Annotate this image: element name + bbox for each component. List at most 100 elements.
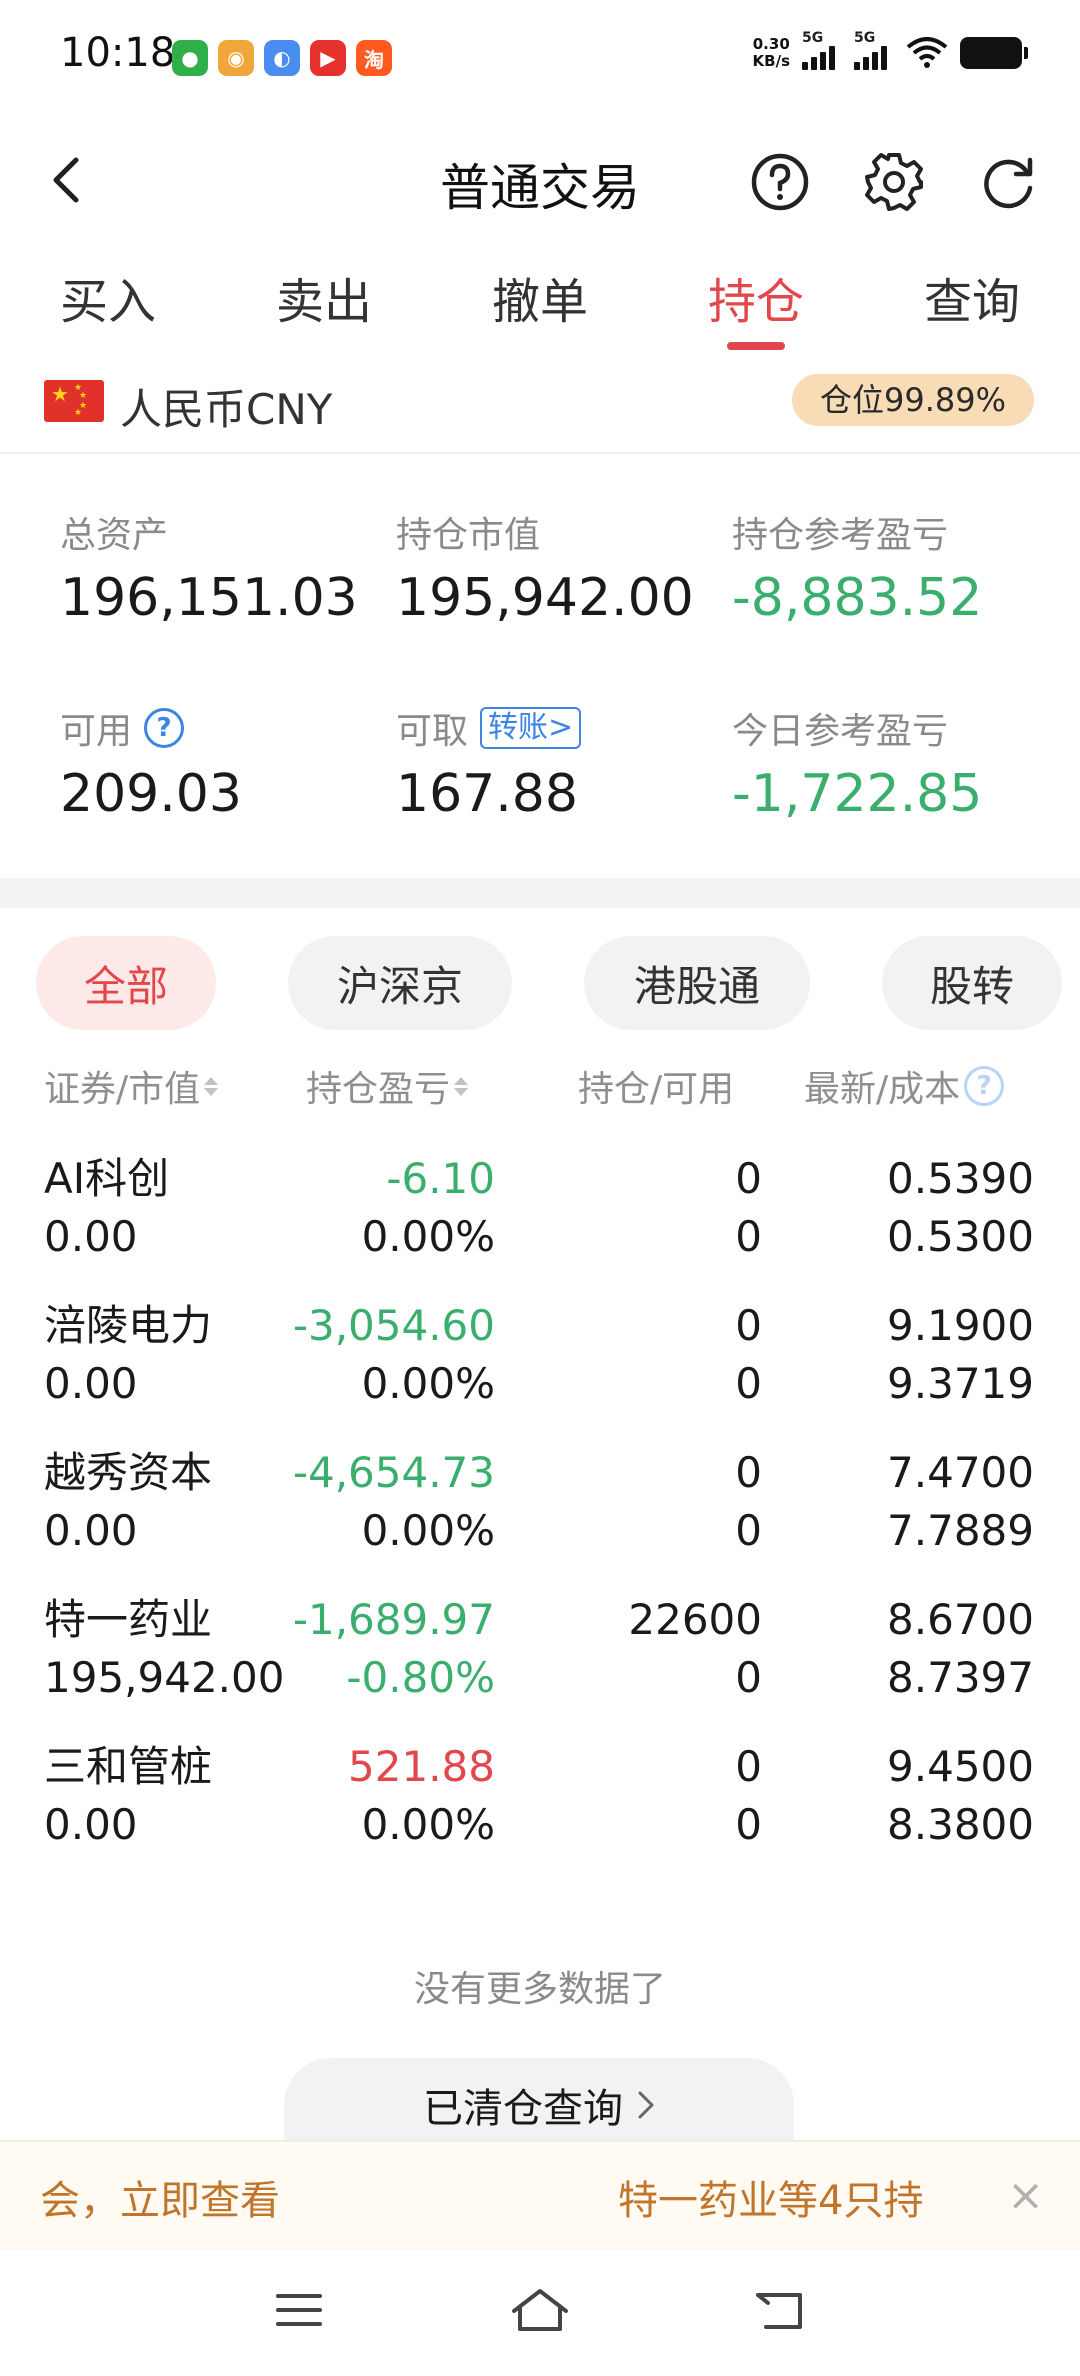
col-pl-header[interactable]: 持仓盈亏 — [306, 1060, 469, 1112]
currency-label: 人民币CNY — [120, 385, 333, 434]
orange-app-icon: ◉ — [218, 40, 254, 76]
filter-all[interactable]: 全部 — [36, 936, 216, 1030]
last-price: 9.1900 — [887, 1301, 1034, 1350]
wifi-icon — [906, 37, 948, 68]
sort-icon — [204, 1076, 219, 1096]
holding-qty: 0 — [735, 1448, 762, 1497]
positions-list: AI科创 0.00 -6.10 0.00% 0 0 0.5390 0.5300 … — [0, 1150, 1080, 1885]
ticker-text-right: 特一药业等4只持 — [618, 2178, 924, 2224]
position-pl: -1,689.97 — [292, 1595, 495, 1644]
signal-label: 5G — [802, 30, 824, 46]
home-button[interactable] — [505, 2280, 575, 2340]
market-filters: 全部 沪深京 港股通 股转 — [0, 936, 1080, 1032]
col-pl-label: 持仓盈亏 — [306, 1069, 451, 1110]
help-icon[interactable]: ? — [964, 1066, 1005, 1106]
china-flag-icon: ★ ★ ★ ★ ★ — [44, 380, 104, 422]
position-pl: 521.88 — [348, 1742, 495, 1791]
home-icon — [512, 2289, 568, 2331]
tab-query[interactable]: 查询 — [924, 262, 1020, 332]
table-row[interactable]: AI科创 0.00 -6.10 0.00% 0 0 0.5390 0.5300 — [0, 1150, 1080, 1297]
refresh-icon — [984, 157, 1033, 209]
available-funds: 可用 ? 209.03 — [60, 702, 242, 824]
col-price-label: 最新/成本 — [804, 1069, 961, 1110]
cost-price: 7.7889 — [887, 1506, 1034, 1555]
position-pl: -4,654.73 — [292, 1448, 495, 1497]
help-button[interactable] — [748, 150, 812, 214]
table-row[interactable]: 特一药业 195,942.00 -1,689.97 -0.80% 22600 0… — [0, 1591, 1080, 1738]
back-nav-icon — [756, 2293, 802, 2329]
status-indicators: 0.30 KB/s 5G 5G — [753, 30, 1028, 70]
tab-cancel[interactable]: 撤单 — [492, 262, 588, 332]
taobao-icon: 淘 — [356, 40, 392, 76]
cost-price: 8.7397 — [887, 1653, 1034, 1702]
back-nav-button[interactable] — [745, 2280, 815, 2340]
security-name: 涪陵电力 — [44, 1301, 213, 1350]
tab-buy[interactable]: 买入 — [60, 262, 156, 332]
cost-price: 0.5300 — [887, 1212, 1034, 1261]
last-price: 8.6700 — [887, 1595, 1034, 1644]
security-name: 特一药业 — [44, 1595, 213, 1644]
red-video-app-icon: ▶ — [310, 40, 346, 76]
total-assets-label: 总资产 — [60, 515, 169, 556]
announcement-ticker[interactable]: 会，立即查看 特一药业等4只持 × — [0, 2140, 1080, 2250]
withdrawable-label: 可取 — [396, 711, 469, 752]
net-speed: 0.30 KB/s — [753, 36, 790, 70]
status-time: 10:18 — [60, 30, 176, 76]
cost-price: 8.3800 — [887, 1800, 1034, 1849]
table-row[interactable]: 涪陵电力 0.00 -3,054.60 0.00% 0 0 9.1900 9.3… — [0, 1297, 1080, 1444]
today-pl-value: -1,722.85 — [732, 764, 983, 824]
holding-qty: 22600 — [628, 1595, 762, 1644]
filter-share-transfer[interactable]: 股转 — [882, 936, 1062, 1030]
system-nav-bar — [0, 2250, 1080, 2376]
withdrawable-funds: 可取 转账> 167.88 — [396, 702, 582, 824]
filter-sh-sz-bj[interactable]: 沪深京 — [288, 936, 512, 1030]
table-row[interactable]: 三和管桩 0.00 521.88 0.00% 0 0 9.4500 8.3800 — [0, 1738, 1080, 1885]
today-pl-label: 今日参考盈亏 — [732, 711, 949, 752]
col-price-header: 最新/成本 ? — [804, 1060, 1005, 1112]
security-name: 越秀资本 — [44, 1448, 213, 1497]
position-pl: -3,054.60 — [292, 1301, 495, 1350]
positions-table-header: 证券/市值 持仓盈亏 持仓/可用 最新/成本 ? — [0, 1060, 1080, 1120]
position-pl-pct: 0.00% — [361, 1212, 495, 1261]
security-market-value: 0.00 — [44, 1506, 138, 1555]
available-qty: 0 — [735, 1359, 762, 1408]
holding-qty: 0 — [735, 1154, 762, 1203]
col-security-label: 证券/市值 — [44, 1069, 201, 1110]
available-value: 209.03 — [60, 764, 242, 824]
table-row[interactable]: 越秀资本 0.00 -4,654.73 0.00% 0 0 7.4700 7.7… — [0, 1444, 1080, 1591]
cleared-positions-label: 已清仓查询 — [423, 2086, 623, 2132]
menu-button[interactable] — [264, 2280, 334, 2340]
position-pl-label: 持仓参考盈亏 — [732, 515, 949, 556]
last-price: 7.4700 — [887, 1448, 1034, 1497]
status-bar: 10:18 ● ◉ ◐ ▶ 淘 0.30 KB/s 5G 5G — [0, 0, 1080, 120]
tab-positions[interactable]: 持仓 — [708, 262, 804, 332]
cleared-positions-button[interactable]: 已清仓查询 — [284, 2058, 794, 2152]
battery-icon — [960, 37, 1028, 69]
available-qty: 0 — [735, 1506, 762, 1555]
status-app-icons: ● ◉ ◐ ▶ 淘 — [172, 40, 392, 76]
settings-button[interactable] — [862, 150, 926, 214]
withdrawable-label-row: 可取 转账> — [396, 702, 582, 754]
position-pl: -6.10 — [386, 1154, 495, 1203]
holding-qty: 0 — [735, 1301, 762, 1350]
position-ratio-badge: 仓位99.89% — [791, 374, 1034, 426]
col-holding-label: 持仓/可用 — [578, 1069, 735, 1110]
position-pl: 持仓参考盈亏 -8,883.52 — [732, 506, 982, 628]
transfer-link[interactable]: 转账> — [480, 707, 582, 749]
trade-tabs: 买入 卖出 撤单 持仓 查询 — [0, 262, 1080, 352]
divider — [0, 452, 1080, 454]
security-market-value: 0.00 — [44, 1800, 138, 1849]
available-label-row: 可用 ? — [60, 702, 242, 754]
help-icon[interactable]: ? — [144, 708, 185, 748]
market-value: 持仓市值 195,942.00 — [396, 506, 694, 628]
net-speed-unit: KB/s — [752, 52, 790, 70]
position-pl-pct: 0.00% — [361, 1506, 495, 1555]
refresh-button[interactable] — [976, 150, 1040, 214]
col-holding-header: 持仓/可用 — [578, 1060, 734, 1112]
filter-hk-connect[interactable]: 港股通 — [584, 936, 810, 1030]
holding-qty: 0 — [735, 1742, 762, 1791]
close-icon[interactable]: × — [1007, 2170, 1044, 2221]
signal-5g-icon: 5G — [854, 30, 894, 70]
tab-sell[interactable]: 卖出 — [276, 262, 372, 332]
col-security-header[interactable]: 证券/市值 — [44, 1060, 219, 1112]
